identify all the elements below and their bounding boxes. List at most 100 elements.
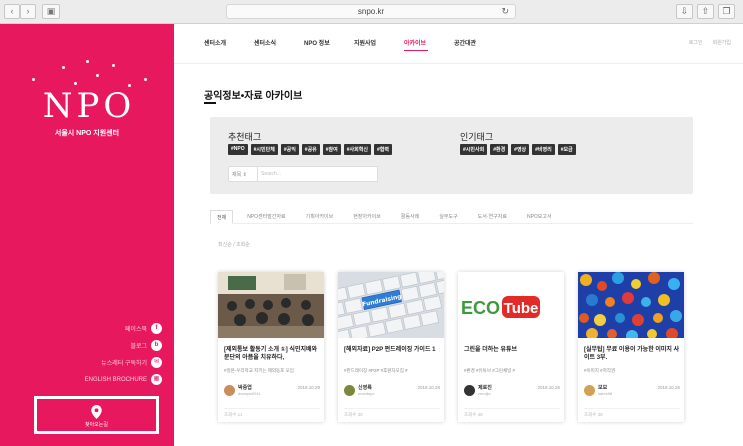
logo-dot — [112, 64, 115, 67]
logo-dot — [62, 66, 65, 69]
card-title: [실무팁] 무료 이용이 가능한 이미지 사이트 3부. — [584, 347, 680, 361]
avatar — [464, 385, 475, 396]
tab-all[interactable]: 전체 — [210, 210, 234, 224]
title-underline — [204, 102, 216, 104]
brochure-link[interactable]: ENGLISH BROCHURE ▦ — [85, 373, 162, 386]
logo-text: NPO — [42, 86, 136, 126]
archive-card-list: [제외통보 활동기 소개 ①] 식민지배와 분단의 아픔을 치유하다, #일본·… — [218, 272, 684, 422]
menu-item-space-rental[interactable]: 공간대관 — [454, 38, 504, 47]
card-tags: #환경 #유튜브 #그린채널 # — [464, 368, 516, 373]
card-author: 모모 sahrs98 2018.10.26 — [584, 384, 680, 398]
avatar — [344, 385, 355, 396]
browser-right-buttons: ⇩ ⇧ ❐ — [676, 4, 735, 19]
menu-item-news[interactable]: 센터소식 — [254, 38, 304, 47]
logo-dot — [96, 74, 99, 77]
main-menu: 센터소개 센터소식 NPO 정보 지원사업 아카이브 공간대관 — [204, 38, 504, 51]
author-handle: mondayo — [358, 391, 375, 396]
user-links: 로그인 회원가입 — [689, 39, 731, 46]
signup-link[interactable]: 회원가입 — [713, 39, 731, 46]
sort-options[interactable]: 최신순 / 조회순 — [218, 241, 250, 248]
card-thumbnail-ecotube: ECO Tube — [458, 272, 564, 338]
facebook-icon: f — [151, 323, 162, 334]
post-date: 2018.10.26 — [537, 385, 560, 390]
address-bar[interactable]: snpo.kr ↻ — [226, 4, 516, 19]
search-field-select[interactable]: 제목 ⇕ — [228, 166, 258, 182]
logo-dot — [74, 82, 77, 85]
book-icon: ▦ — [151, 374, 162, 385]
card-tags: #이미지 #저작권 — [584, 368, 616, 373]
search-input[interactable]: Search... — [258, 166, 378, 182]
tabs-button[interactable]: ❐ — [718, 4, 735, 19]
newsletter-link-label: 뉴스레터 구독하기 — [101, 361, 147, 367]
tag-chip[interactable]: #시민사회 — [460, 144, 488, 155]
popular-tags-title: 인기태그 — [460, 132, 494, 142]
blog-link-label: 블로그 — [130, 344, 147, 350]
card-author: 신영록 mondayo 2018.10.28 — [344, 384, 440, 398]
tab-case-studies[interactable]: 활동사례 — [395, 210, 425, 224]
tab-practical-tools[interactable]: 실무도구 — [433, 210, 463, 224]
newsletter-link[interactable]: 뉴스레터 구독하기 ✉ — [101, 356, 162, 369]
top-navigation: 센터소개 센터소식 NPO 정보 지원사업 아카이브 공간대관 로그인 회원가입 — [174, 24, 743, 64]
post-date: 2018.10.28 — [417, 385, 440, 390]
tab-npo-publications[interactable]: NPO센터발간자료 — [241, 210, 291, 224]
author-name: 신영록 — [358, 385, 372, 391]
blog-icon: b — [151, 340, 162, 351]
view-count: 조회수 48 — [464, 408, 560, 418]
recommended-tags: #NPO #시민단체 #공익 #공유 #참여 #사회혁신 #협력 — [228, 144, 392, 155]
search-row: 제목 ⇕ Search... — [228, 166, 378, 182]
sidebar-toggle-button[interactable]: ▣ — [42, 4, 60, 19]
search-select-value: 제목 — [232, 172, 242, 178]
tag-chip[interactable]: #시민단체 — [250, 144, 278, 155]
directions-button[interactable]: 찾아오는길 — [34, 396, 159, 434]
archive-card[interactable]: Fundraising [해외자료] P2P 펀드레이징 가이드 1 #펀드레이… — [338, 272, 444, 422]
mail-icon: ✉ — [151, 357, 162, 368]
facebook-link[interactable]: 페이스북 f — [125, 322, 162, 335]
author-name: 제로진 — [478, 385, 492, 391]
post-date: 2018.10.26 — [657, 385, 680, 390]
archive-card[interactable]: [실무팁] 무료 이용이 가능한 이미지 사이트 3부. #이미지 #저작권 모… — [578, 272, 684, 422]
tag-chip[interactable]: #비영리 — [532, 144, 555, 155]
tab-books-research[interactable]: 도서·연구자료 — [472, 210, 513, 224]
card-thumbnail-confetti — [578, 272, 684, 338]
url-text: snpo.kr — [357, 7, 385, 16]
tag-chip[interactable]: #모금 — [557, 144, 576, 155]
forward-button[interactable]: › — [20, 4, 36, 19]
tag-chip[interactable]: #공유 — [301, 144, 320, 155]
menu-item-about[interactable]: 센터소개 — [204, 38, 254, 47]
directions-label: 찾아오는길 — [84, 422, 108, 428]
tube-logo-text: Tube — [504, 300, 539, 317]
reload-icon[interactable]: ↻ — [501, 5, 509, 18]
login-link[interactable]: 로그인 — [689, 39, 703, 46]
back-button[interactable]: ‹ — [4, 4, 20, 19]
tag-chip[interactable]: #참여 — [322, 144, 341, 155]
menu-item-archive[interactable]: 아카이브 — [404, 38, 454, 51]
card-title: [해외자료] P2P 펀드레이징 가이드 1 — [344, 347, 436, 353]
author-handle: zeroljin — [478, 391, 491, 396]
tag-chip[interactable]: #NPO — [228, 144, 248, 155]
recommended-tags-title: 추천태그 — [228, 132, 262, 142]
logo-dot — [86, 60, 89, 63]
card-tags: #일본·우리학교 지키는 제외동포 모임 — [224, 368, 294, 373]
archive-card[interactable]: ECO Tube 그린을 더하는 유튜브 #환경 #유튜브 #그린채널 # 제로… — [458, 272, 564, 422]
download-button[interactable]: ⇩ — [676, 4, 693, 19]
tab-planning-archive[interactable]: 기획아카이브 — [300, 210, 340, 224]
tag-chip[interactable]: #환경 — [490, 144, 509, 155]
card-thumbnail-classroom — [218, 272, 324, 338]
archive-card[interactable]: [제외통보 활동기 소개 ①] 식민지배와 분단의 아픔을 치유하다, #일본·… — [218, 272, 324, 422]
card-title: 그린을 더하는 유튜브 — [464, 347, 518, 353]
tab-npo-reports[interactable]: NPO보고서 — [521, 210, 558, 224]
tag-chip[interactable]: #영상 — [511, 144, 530, 155]
blog-link[interactable]: 블로그 b — [130, 339, 162, 352]
browser-nav-buttons: ‹ › ▣ — [4, 4, 60, 19]
tab-field-archive[interactable]: 현장아카이브 — [347, 210, 387, 224]
card-author: 박중엽 docepio0911 2018.10.29 — [224, 384, 320, 398]
menu-item-npo-info[interactable]: NPO 정보 — [304, 38, 354, 47]
tag-chip[interactable]: #협력 — [373, 144, 392, 155]
tag-chip[interactable]: #사회혁신 — [343, 144, 371, 155]
author-handle: docepio0911 — [238, 391, 261, 396]
menu-item-support[interactable]: 지원사업 — [354, 38, 404, 47]
view-count: 조회수 38 — [584, 408, 680, 418]
tag-chip[interactable]: #공익 — [280, 144, 299, 155]
tag-search-panel: 추천태그 #NPO #시민단체 #공익 #공유 #참여 #사회혁신 #협력 인기… — [210, 117, 693, 194]
share-button[interactable]: ⇧ — [697, 4, 714, 19]
